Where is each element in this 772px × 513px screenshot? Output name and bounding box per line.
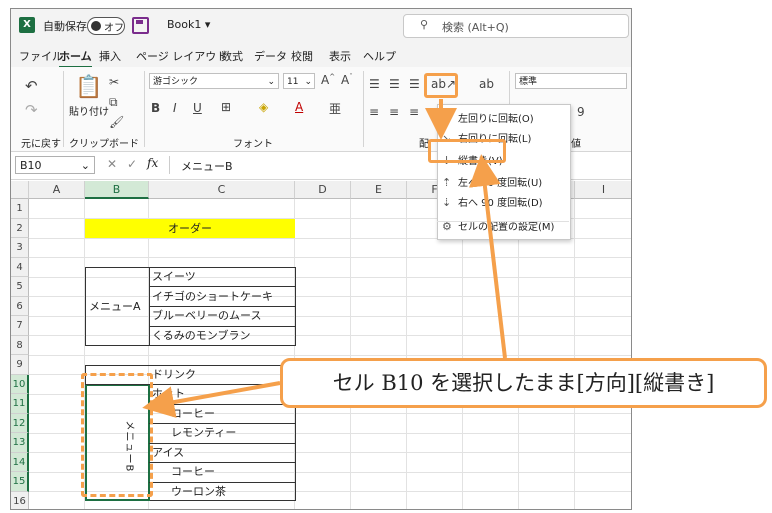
annotation-arrows (142, 99, 507, 418)
instruction-callout: セル B10 を選択したまま[方向][縦書き] (280, 358, 767, 408)
arrow-to-vertical-text (468, 154, 507, 359)
arrow-to-cell (142, 381, 281, 418)
